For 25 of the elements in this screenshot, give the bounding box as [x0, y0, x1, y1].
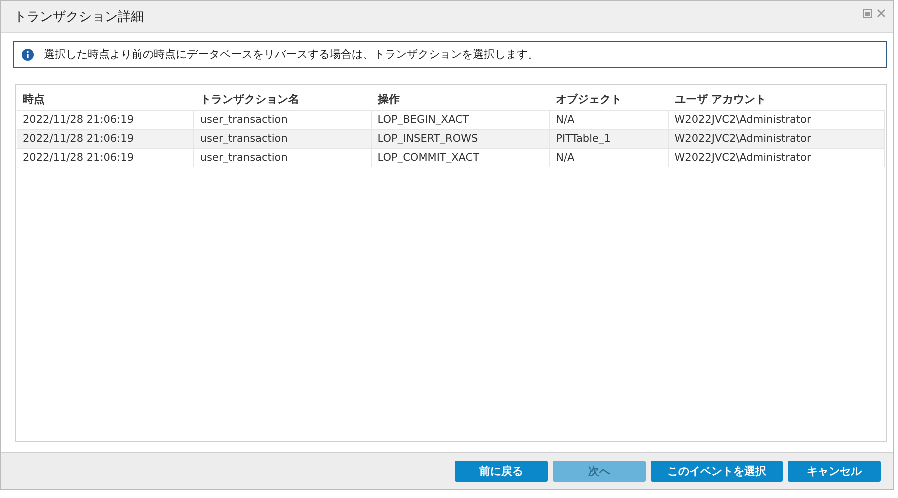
table-cell: user_transaction — [194, 149, 372, 167]
table-cell: 2022/11/28 21:06:19 — [17, 130, 194, 148]
table-cell: 2022/11/28 21:06:19 — [17, 149, 194, 167]
table-cell: N/A — [550, 149, 669, 167]
dialog-button[interactable]: キャンセル — [788, 460, 881, 482]
restore-icon[interactable] — [863, 9, 872, 18]
close-icon[interactable] — [877, 9, 886, 18]
table-cell: user_transaction — [194, 130, 372, 148]
column-header[interactable]: トランザクション名 — [194, 92, 372, 106]
table-row[interactable]: 2022/11/28 21:06:19 user_transaction LOP_INSERT_ROWS PITTable_1 W2022JVC2\Administrator — [17, 129, 885, 148]
table-cell: LOP_COMMIT_XACT — [372, 149, 550, 167]
column-header[interactable]: 時点 — [17, 92, 194, 106]
table-cell: W2022JVC2\Administrator — [668, 130, 885, 148]
table-cell: W2022JVC2\Administrator — [668, 149, 885, 167]
column-header[interactable]: オブジェクト — [550, 92, 669, 106]
window-title: トランザクション詳細 — [14, 8, 145, 26]
column-header[interactable]: 操作 — [372, 92, 550, 106]
dialog-button[interactable]: 前に戻る — [455, 460, 548, 482]
table-cell: LOP_INSERT_ROWS — [372, 130, 550, 148]
column-header[interactable]: ユーザ アカウント — [668, 92, 886, 106]
info-icon — [22, 48, 34, 60]
info-message: 選択した時点より前の時点にデータベースをリバースする場合は、トランザクションを選択します。 — [44, 47, 539, 62]
table-cell: PITTable_1 — [550, 130, 669, 148]
dialog-button[interactable]: このイベントを選択 — [651, 460, 783, 482]
table-row[interactable]: 2022/11/28 21:06:19 user_transaction LOP_COMMIT_XACT N/A W2022JVC2\Administrator — [17, 148, 885, 167]
